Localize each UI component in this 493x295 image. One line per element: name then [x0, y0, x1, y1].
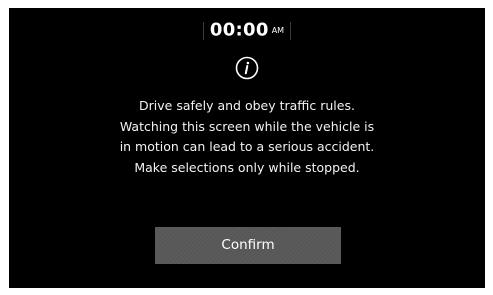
message-line: Make selections only while stopped.	[134, 159, 360, 175]
clock-time: 00:00	[209, 19, 269, 41]
clock-left-divider	[202, 21, 204, 40]
message-line: Watching this screen while the vehicle i…	[119, 118, 375, 134]
head-unit-screen: 00:00 AM Drive safely and obey traffic ru…	[9, 8, 485, 288]
message-line: in motion can lead to a serious accident…	[119, 139, 375, 154]
safety-warning-message: Drive safely and obey traffic rules. Wat…	[9, 96, 485, 178]
info-icon	[235, 56, 259, 80]
clock-period: AM	[271, 25, 285, 35]
clock-right-divider	[290, 21, 292, 40]
status-clock: 00:00 AM	[9, 18, 485, 43]
message-line: Drive safely and obey traffic rules.	[139, 98, 355, 113]
confirm-button[interactable]: Confirm	[155, 227, 341, 264]
